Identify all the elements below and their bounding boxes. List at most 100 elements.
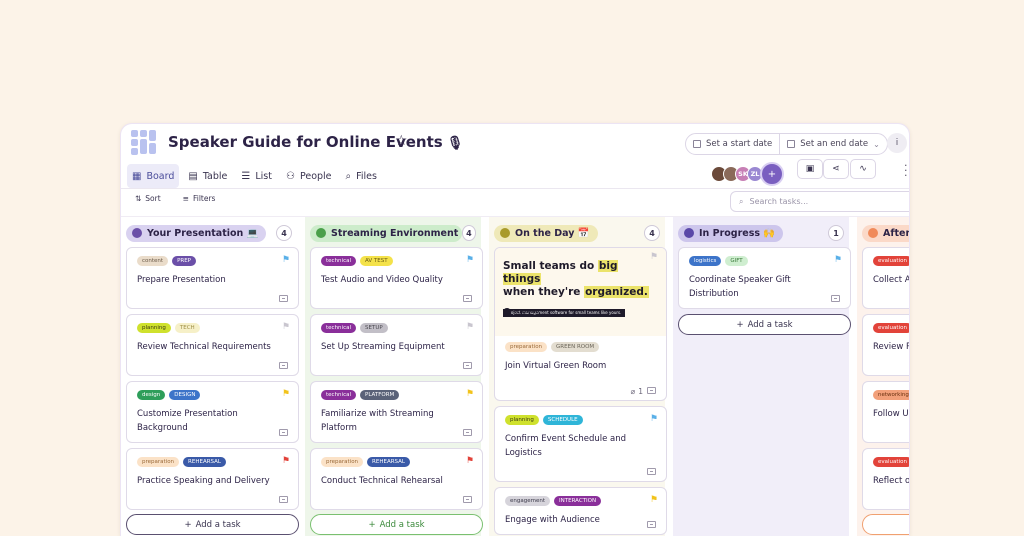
comment-icon[interactable] <box>279 295 288 302</box>
task-card[interactable]: evaluation Review Recording <box>862 314 909 376</box>
share-button[interactable]: ⋖ <box>823 159 849 179</box>
filter-icon: ≡ <box>182 194 189 203</box>
flag-icon[interactable]: ⚑ <box>466 456 474 466</box>
comment-icon[interactable] <box>463 496 472 503</box>
cover-headline: Small teams do big things when they're or… <box>503 260 658 299</box>
paperclip-icon: ⌕ <box>345 170 352 182</box>
tab-table[interactable]: ▤ Table <box>183 164 232 188</box>
view-tabs: ▦ Board ▤ Table ☰ List ⚇ People ⌕ Files <box>127 164 382 188</box>
flag-icon[interactable]: ⚑ <box>650 252 658 262</box>
member-avatars: SK ZL + <box>711 161 784 187</box>
calendar-icon <box>787 140 796 148</box>
task-card[interactable]: preparation REHEARSAL Conduct Technical Re… <box>310 448 483 510</box>
tag-label: TECH <box>174 323 200 333</box>
add-task-label: Add a task <box>379 519 425 530</box>
flag-icon[interactable]: ⚑ <box>282 389 290 399</box>
comment-icon[interactable] <box>463 362 472 369</box>
task-card[interactable]: logistics GIFT Coordinate Speaker Gift Dis… <box>678 247 851 309</box>
comment-icon[interactable] <box>463 429 472 436</box>
column-4: After evaluation Collect Audience Feedback… <box>857 217 909 536</box>
flag-icon[interactable]: ⚑ <box>466 322 474 332</box>
comment-icon[interactable] <box>831 295 840 302</box>
cover-text: when they're <box>503 286 585 298</box>
end-date-button[interactable]: Set an end date ⌄ <box>779 134 887 154</box>
comment-icon[interactable] <box>647 468 656 475</box>
task-card[interactable]: content PREP Prepare Presentation ⚑ <box>126 247 299 309</box>
column-title-pill[interactable]: On the Day 📅 <box>494 224 598 242</box>
column-count-badge: 1 <box>828 225 844 241</box>
flag-icon[interactable]: ⚑ <box>650 414 658 424</box>
add-task-button[interactable]: + Add a task <box>310 514 483 535</box>
tag-label: PLATFORM <box>360 390 400 400</box>
column-header: On the Day 📅 4 <box>494 223 660 243</box>
column-count-badge: 4 <box>276 225 292 241</box>
tag-label: preparation <box>505 342 548 352</box>
filters-button[interactable]: ≡ Filters <box>183 194 216 203</box>
cover-highlight: organized. <box>584 286 649 298</box>
task-card[interactable]: planning TECH Review Technical Requirement… <box>126 314 299 376</box>
tab-board[interactable]: ▦ Board <box>127 164 180 188</box>
flag-icon[interactable]: ⚑ <box>282 456 290 466</box>
comment-icon[interactable] <box>463 295 472 302</box>
task-card[interactable]: Small teams do big things when they're or… <box>494 247 667 401</box>
tag-label: evaluation <box>873 256 909 266</box>
tag-label: GREEN ROOM <box>551 342 600 352</box>
info-button[interactable]: i <box>887 133 907 153</box>
search-tasks-input[interactable]: ⌕ Search tasks... <box>730 191 909 212</box>
column-title-pill[interactable]: Streaming Environment 🎥 <box>310 224 462 242</box>
task-card[interactable]: preparation REHEARSAL Practice Speaking an… <box>126 448 299 510</box>
flag-icon[interactable]: ⚑ <box>466 389 474 399</box>
header: Speaker Guide for Online Events 🎙 ☆ Set a… <box>121 124 909 162</box>
comment-icon[interactable] <box>279 496 288 503</box>
comment-icon[interactable] <box>647 387 656 394</box>
flag-icon[interactable]: ⚑ <box>466 255 474 265</box>
task-card[interactable]: engagement INTERACTION Engage with Audienc… <box>494 487 667 535</box>
filters-label: Filters <box>192 194 216 203</box>
column-title-pill[interactable]: Your Presentation 💻 <box>126 224 267 242</box>
flag-icon[interactable]: ⚑ <box>650 495 658 505</box>
comment-icon[interactable] <box>279 362 288 369</box>
search-icon: ⌕ <box>739 196 744 206</box>
app-logo[interactable] <box>131 130 157 156</box>
comment-icon[interactable] <box>279 429 288 436</box>
tab-list[interactable]: ☰ List <box>236 164 277 188</box>
flag-icon[interactable]: ⚑ <box>282 255 290 265</box>
column-title-pill[interactable]: In Progress 🙌 <box>678 224 784 242</box>
more-menu-icon[interactable]: · · · <box>904 160 908 181</box>
task-card[interactable]: planning SCHEDULE Confirm Event Schedule a… <box>494 406 667 482</box>
tab-people[interactable]: ⚇ People <box>281 164 337 188</box>
flag-icon[interactable]: ⚑ <box>282 322 290 332</box>
task-card[interactable]: evaluation Reflect on Performance <box>862 448 909 510</box>
column-title-pill[interactable]: After <box>862 224 909 242</box>
tag-label: DESIGN <box>169 390 201 400</box>
start-date-button[interactable]: Set a start date <box>686 134 779 154</box>
flag-icon[interactable]: ⚑ <box>834 255 842 265</box>
card-labels: design DESIGN <box>137 390 288 400</box>
calendar-view-button[interactable]: ▣ <box>797 159 823 179</box>
tab-label: People <box>299 170 332 182</box>
tab-label: List <box>255 170 272 182</box>
search-placeholder: Search tasks... <box>749 197 809 206</box>
add-task-button[interactable]: + <box>862 514 909 535</box>
task-card[interactable]: networking Follow Up with Contacts <box>862 381 909 443</box>
add-task-label: Add a task <box>747 319 793 330</box>
add-task-button[interactable]: + Add a task <box>126 514 299 535</box>
add-member-button[interactable]: + <box>760 162 784 186</box>
status-dot-icon <box>868 228 878 238</box>
page-title[interactable]: Speaker Guide for Online Events 🎙 <box>168 133 463 151</box>
activity-button[interactable]: ∿ <box>850 159 876 179</box>
sort-button[interactable]: ⇅ Sort <box>135 194 161 203</box>
date-range-picker: Set a start date Set an end date ⌄ <box>685 133 888 155</box>
list-icon: ☰ <box>241 170 251 182</box>
task-card[interactable]: technical SETUP Set Up Streaming Equipment… <box>310 314 483 376</box>
tab-files[interactable]: ⌕ Files <box>341 164 382 188</box>
task-card[interactable]: technical PLATFORM Familiarize with Stream… <box>310 381 483 443</box>
star-icon[interactable]: ☆ <box>395 133 408 149</box>
tab-label: Files <box>356 170 377 182</box>
add-task-button[interactable]: + Add a task <box>678 314 851 335</box>
task-card[interactable]: evaluation Collect Audience Feedback <box>862 247 909 309</box>
task-card[interactable]: technical AV TEST Test Audio and Video Qua… <box>310 247 483 309</box>
card-title: Join Virtual Green Room <box>505 361 607 371</box>
task-card[interactable]: design DESIGN Customize Presentation Backg… <box>126 381 299 443</box>
comment-icon[interactable] <box>647 521 656 528</box>
